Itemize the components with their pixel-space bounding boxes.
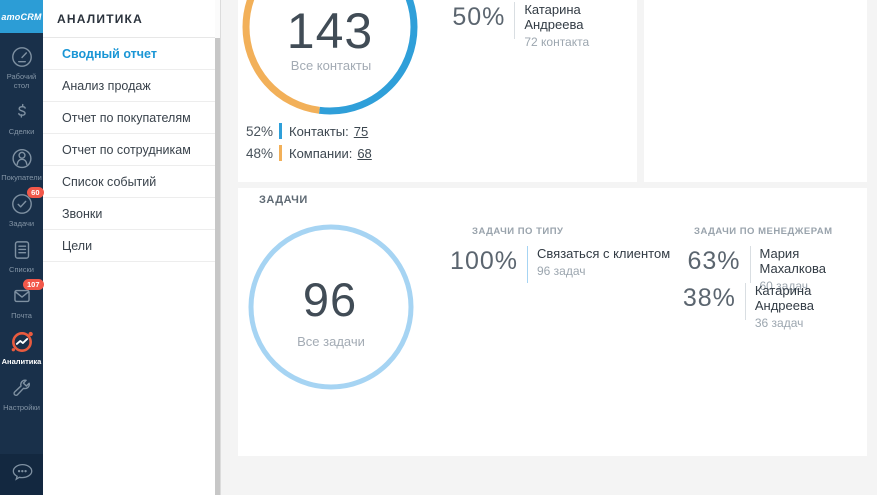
- manager-name: Мария Махалкова: [760, 246, 868, 276]
- tasks-total-value: 96: [238, 272, 422, 327]
- menu-scrollbar-thumb[interactable]: [215, 38, 220, 495]
- contacts-total-value: 143: [238, 2, 422, 60]
- rail-item-label: Аналитика: [1, 357, 43, 366]
- manager-name: Катарина Андреева: [755, 283, 867, 313]
- nav-rail: amoCRM Рабочий стол Сделки Покупатели 60: [0, 0, 43, 495]
- main-content: 143 Все контакты 52% Контакты: 75 48% Ко…: [222, 0, 877, 495]
- menu-item-calls[interactable]: Звонки: [43, 198, 215, 230]
- stat-percent: 63%: [623, 246, 741, 276]
- rail-item-label: Покупатели: [1, 173, 43, 182]
- deals-icon: [9, 99, 35, 125]
- buyers-people-icon: [9, 145, 35, 171]
- empty-panel: [644, 0, 867, 182]
- rail-item-mail[interactable]: 107 Почта: [0, 283, 43, 320]
- tasks-panel: ЗАДАЧИ 96 Все задачи ЗАДАЧИ ПО ТИПУ 100%…: [238, 188, 867, 456]
- rail-item-tasks[interactable]: 60 Задачи: [0, 191, 43, 228]
- legend-color-bar-blue: [279, 123, 282, 139]
- menu-item-employees-report[interactable]: Отчет по сотрудникам: [43, 134, 215, 166]
- analytics-menu-panel: АНАЛИТИКА Сводный отчет Анализ продаж От…: [43, 0, 215, 495]
- nav-rail-items: Рабочий стол Сделки Покупатели 60 Задачи: [0, 38, 43, 421]
- rail-item-label: Рабочий стол: [1, 72, 43, 90]
- rail-item-label: Почта: [1, 311, 43, 320]
- rail-item-label: Задачи: [1, 219, 43, 228]
- tasks-check-icon: 60: [9, 191, 35, 217]
- companies-count-link[interactable]: 68: [357, 146, 371, 161]
- manager-sub: 72 контакта: [524, 35, 637, 49]
- contacts-legend: 52% Контакты: 75 48% Компании: 68: [243, 120, 372, 164]
- tasks-count-badge: 60: [27, 187, 43, 198]
- stat-texts: Катарина Андреева 36 задач: [755, 283, 867, 330]
- legend-row-companies: 48% Компании: 68: [243, 142, 372, 164]
- legend-pct: 48%: [243, 146, 273, 161]
- menu-item-goals[interactable]: Цели: [43, 230, 215, 262]
- tasks-by-manager-header: ЗАДАЧИ ПО МЕНЕДЖЕРАМ: [694, 226, 832, 237]
- mail-envelope-icon: 107: [9, 283, 35, 309]
- chat-bubble-icon: [8, 459, 36, 490]
- amocrm-logo[interactable]: amoCRM: [0, 0, 43, 33]
- legend-label: Компании:: [289, 146, 352, 161]
- tasks-by-type-header: ЗАДАЧИ ПО ТИПУ: [472, 226, 563, 237]
- support-chat-button[interactable]: [0, 454, 43, 495]
- contacts-count-link[interactable]: 75: [354, 124, 368, 139]
- analytics-chart-icon: [9, 329, 35, 355]
- stat-percent: 100%: [398, 246, 518, 276]
- legend-row-contacts: 52% Контакты: 75: [243, 120, 372, 142]
- tasks-section-title: ЗАДАЧИ: [259, 194, 308, 206]
- menu-item-sales-analysis[interactable]: Анализ продаж: [43, 70, 215, 102]
- dashboard-gauge-icon: [9, 44, 35, 70]
- stat-percent: 38%: [623, 283, 736, 313]
- contacts-manager-stat: 50% Катарина Андреева 72 контакта: [408, 2, 637, 49]
- rail-item-settings[interactable]: Настройки: [0, 375, 43, 412]
- menu-item-buyers-report[interactable]: Отчет по покупателям: [43, 102, 215, 134]
- settings-wrench-icon: [9, 375, 35, 401]
- menu-item-summary-report[interactable]: Сводный отчет: [43, 38, 215, 70]
- tasks-total-label: Все задачи: [238, 334, 424, 349]
- legend-color-bar-orange: [279, 145, 282, 161]
- contacts-summary-panel: 143 Все контакты 52% Контакты: 75 48% Ко…: [238, 0, 637, 182]
- lists-card-icon: [9, 237, 35, 263]
- task-manager-stat: 38% Катарина Андреева 36 задач: [623, 283, 867, 330]
- rail-item-desktop[interactable]: Рабочий стол: [0, 44, 43, 90]
- rail-item-deals[interactable]: Сделки: [0, 99, 43, 136]
- legend-pct: 52%: [243, 124, 273, 139]
- rail-item-label: Настройки: [1, 403, 43, 412]
- stat-percent: 50%: [408, 2, 505, 32]
- menu-item-events-list[interactable]: Список событий: [43, 166, 215, 198]
- mail-count-badge: 107: [23, 279, 44, 290]
- stat-texts: Катарина Андреева 72 контакта: [524, 2, 637, 49]
- menu-scrollbar-track: [215, 0, 221, 495]
- manager-sub: 36 задач: [755, 316, 867, 330]
- stat-divider: [745, 283, 746, 320]
- stat-divider-blue: [527, 246, 528, 283]
- rail-item-label: Списки: [1, 265, 43, 274]
- menu-header: АНАЛИТИКА: [43, 0, 215, 38]
- rail-item-buyers[interactable]: Покупатели: [0, 145, 43, 182]
- rail-item-analytics[interactable]: Аналитика: [0, 329, 43, 366]
- stat-divider: [514, 2, 515, 39]
- manager-name: Катарина Андреева: [524, 2, 637, 32]
- rail-item-lists[interactable]: Списки: [0, 237, 43, 274]
- stat-divider: [750, 246, 751, 283]
- legend-label: Контакты:: [289, 124, 349, 139]
- contacts-total-label: Все контакты: [238, 58, 424, 73]
- rail-item-label: Сделки: [1, 127, 43, 136]
